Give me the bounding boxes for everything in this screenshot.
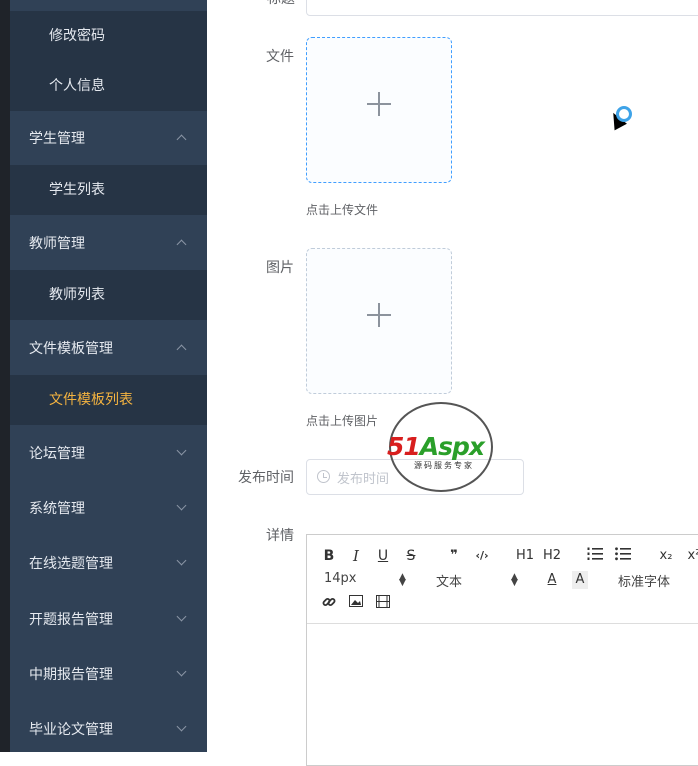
sidebar-item-label: 个人信息: [49, 78, 105, 94]
font-size-select[interactable]: 14px: [324, 571, 357, 586]
bullet-list-icon[interactable]: [614, 547, 632, 565]
sidebar-group-proposal-report[interactable]: 开题报告管理: [10, 595, 207, 645]
chevron-down-icon: [176, 500, 187, 511]
watermark-logo: 51Aspx: [387, 432, 485, 461]
sidebar-group-teachers[interactable]: 教师管理: [10, 219, 207, 269]
sidebar-item-label: 论坛管理: [29, 446, 85, 462]
sidebar-item-label: 学生列表: [49, 182, 105, 198]
clock-icon: [317, 470, 330, 483]
font-color-icon[interactable]: A: [544, 571, 560, 589]
ordered-list-icon[interactable]: [586, 547, 604, 565]
video-icon[interactable]: [375, 595, 391, 613]
blockquote-button[interactable]: ❞: [444, 547, 464, 565]
plus-icon: [367, 303, 391, 327]
chevron-down-icon: [176, 445, 187, 456]
underline-button[interactable]: U: [375, 547, 391, 565]
subscript-button[interactable]: x₂: [655, 547, 677, 565]
video-glyph: [376, 595, 390, 608]
chevron-up-icon: [176, 344, 187, 355]
image-upload-tip: 点击上传图片: [306, 414, 379, 428]
rich-text-editor: B I U S ❞ ‹/› H1 H2 x₂ x² 14px ▲ ▼ 文本 ▲ …: [306, 534, 698, 766]
file-uploader[interactable]: [306, 37, 452, 183]
title-label: 标题: [215, 0, 295, 8]
title-input-value: ......: [321, 0, 348, 3]
file-upload-tip: 点击上传文件: [306, 203, 379, 217]
sidebar-item-label: 在线选题管理: [29, 556, 113, 572]
ordered-list-glyph: [587, 547, 603, 560]
sidebar-item-label: 修改密码: [49, 28, 105, 44]
heading1-button[interactable]: H1: [514, 547, 536, 565]
image-glyph: [349, 595, 363, 607]
sidebar-item-label: 文件模板列表: [49, 392, 133, 408]
sidebar-item-label: 文件模板管理: [29, 341, 113, 357]
chevron-down-icon: [176, 611, 187, 622]
italic-button[interactable]: I: [348, 547, 364, 565]
sidebar-group-forum[interactable]: 论坛管理: [10, 429, 207, 479]
sidebar-item-change-password[interactable]: 修改密码: [10, 11, 207, 61]
chevron-up-icon: [176, 239, 187, 250]
detail-label: 详情: [266, 528, 294, 544]
plus-icon: [367, 92, 391, 116]
sidebar-group-file-templates[interactable]: 文件模板管理: [10, 324, 207, 374]
strikethrough-button[interactable]: S: [403, 547, 419, 565]
sidebar-item-teacher-list[interactable]: 教师列表: [10, 270, 207, 320]
chevron-up-icon: [176, 134, 187, 145]
publish-time-label: 发布时间: [238, 470, 294, 486]
font-family-select[interactable]: 标准字体: [618, 571, 670, 590]
sidebar-group-students[interactable]: 学生管理: [10, 114, 207, 164]
chevron-down-icon: [176, 666, 187, 677]
background-color-icon[interactable]: A: [572, 571, 588, 589]
image-uploader[interactable]: [306, 248, 452, 394]
sidebar-item-file-template-list[interactable]: 文件模板列表: [10, 375, 207, 425]
heading2-button[interactable]: H2: [541, 547, 563, 565]
link-icon[interactable]: [321, 595, 337, 613]
bullet-list-glyph: [615, 547, 631, 561]
image-icon[interactable]: [348, 595, 364, 613]
sidebar-group-topic-selection[interactable]: 在线选题管理: [10, 539, 207, 589]
editor-toolbar: B I U S ❞ ‹/› H1 H2 x₂ x² 14px ▲ ▼ 文本 ▲ …: [307, 535, 698, 624]
sidebar-group-thesis[interactable]: 毕业论文管理: [10, 705, 207, 752]
chevron-down-icon: [176, 555, 187, 566]
superscript-button[interactable]: x²: [683, 547, 698, 565]
sidebar-item-label: 教师列表: [49, 287, 105, 303]
sidebar-item-student-list[interactable]: 学生列表: [10, 165, 207, 215]
code-button[interactable]: ‹/›: [470, 547, 494, 565]
sidebar-menu: 修改密码 个人信息 学生管理 学生列表 教师管理 教师列表 文件模板管理 文件模…: [10, 0, 207, 752]
updown-arrow-icon: ▲ ▼: [511, 572, 518, 588]
sidebar-group-midterm-report[interactable]: 中期报告管理: [10, 650, 207, 700]
sidebar-item-label: 毕业论文管理: [29, 722, 113, 738]
sidebar-group-system[interactable]: 系统管理: [10, 484, 207, 534]
sidebar-item-label: 开题报告管理: [29, 612, 113, 628]
sidebar-item-profile[interactable]: 个人信息: [10, 61, 207, 111]
title-input[interactable]: ......: [306, 0, 698, 16]
sidebar-item-label: 教师管理: [29, 236, 85, 252]
link-glyph: [322, 598, 336, 606]
file-label: 文件: [266, 49, 294, 65]
form-area: 标题 ...... 文件 点击上传文件 图片 点击上传图片 发布时间 发布时间 …: [207, 0, 698, 766]
image-label: 图片: [266, 260, 294, 276]
loading-spinner-icon: [616, 106, 632, 122]
bold-button[interactable]: B: [321, 547, 337, 565]
watermark-tagline: 源码服务专家: [414, 461, 474, 470]
sidebar-item-label: 中期报告管理: [29, 667, 113, 683]
chevron-down-icon: [176, 721, 187, 732]
page-edge: [0, 0, 10, 752]
sidebar-item-label: 学生管理: [29, 131, 85, 147]
sidebar-item-label: 系统管理: [29, 501, 85, 517]
updown-arrow-icon: ▲ ▼: [399, 572, 406, 588]
publish-time-placeholder: 发布时间: [337, 472, 390, 487]
paragraph-select[interactable]: 文本: [436, 571, 462, 590]
